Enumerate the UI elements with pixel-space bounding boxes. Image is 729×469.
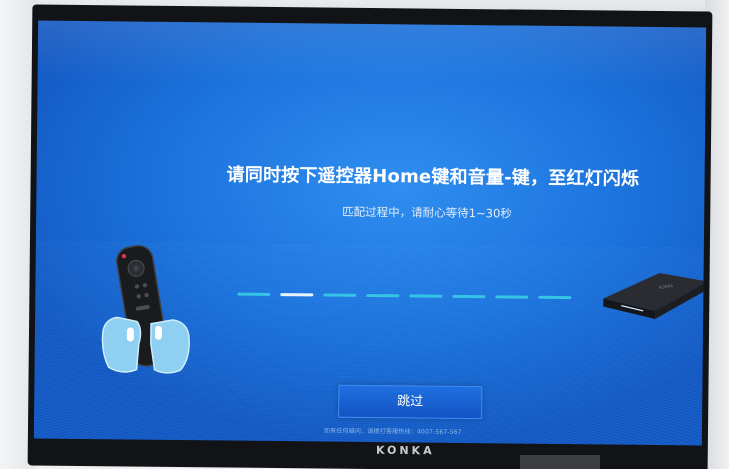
tv-brand-logo: KONKA xyxy=(375,443,435,458)
tv-screen: 请同时按下遥控器Home键和音量-键，至红灯闪烁 匹配过程中，请耐心等待1~30… xyxy=(33,20,707,446)
pairing-instruction-title: 请同时按下遥控器Home键和音量-键，至红灯闪烁 xyxy=(226,164,640,190)
progress-dash-7 xyxy=(495,295,529,299)
pairing-progress-indicator xyxy=(237,292,572,302)
progress-dash-5 xyxy=(409,294,443,298)
set-top-box-icon: KONKA xyxy=(603,273,707,319)
photo-frame: 请同时按下遥控器Home键和音量-键，至红灯闪烁 匹配过程中，请耐心等待1~30… xyxy=(0,0,729,469)
remote-control-in-hands-icon xyxy=(101,245,190,374)
progress-dash-4 xyxy=(366,293,400,298)
customer-hotline-text: 如有任何疑问，请拨打客服热线：4007-567-567 xyxy=(323,427,462,436)
pairing-wait-subtitle: 匹配过程中，请耐心等待1~30秒 xyxy=(342,204,512,221)
skip-button[interactable]: 跳过 xyxy=(338,384,483,420)
progress-dash-3 xyxy=(323,293,357,297)
progress-dash-6 xyxy=(452,294,486,299)
progress-dash-1 xyxy=(237,292,271,296)
tv-stand xyxy=(520,455,600,469)
progress-dash-2 xyxy=(280,293,314,297)
progress-dash-8 xyxy=(538,295,572,300)
